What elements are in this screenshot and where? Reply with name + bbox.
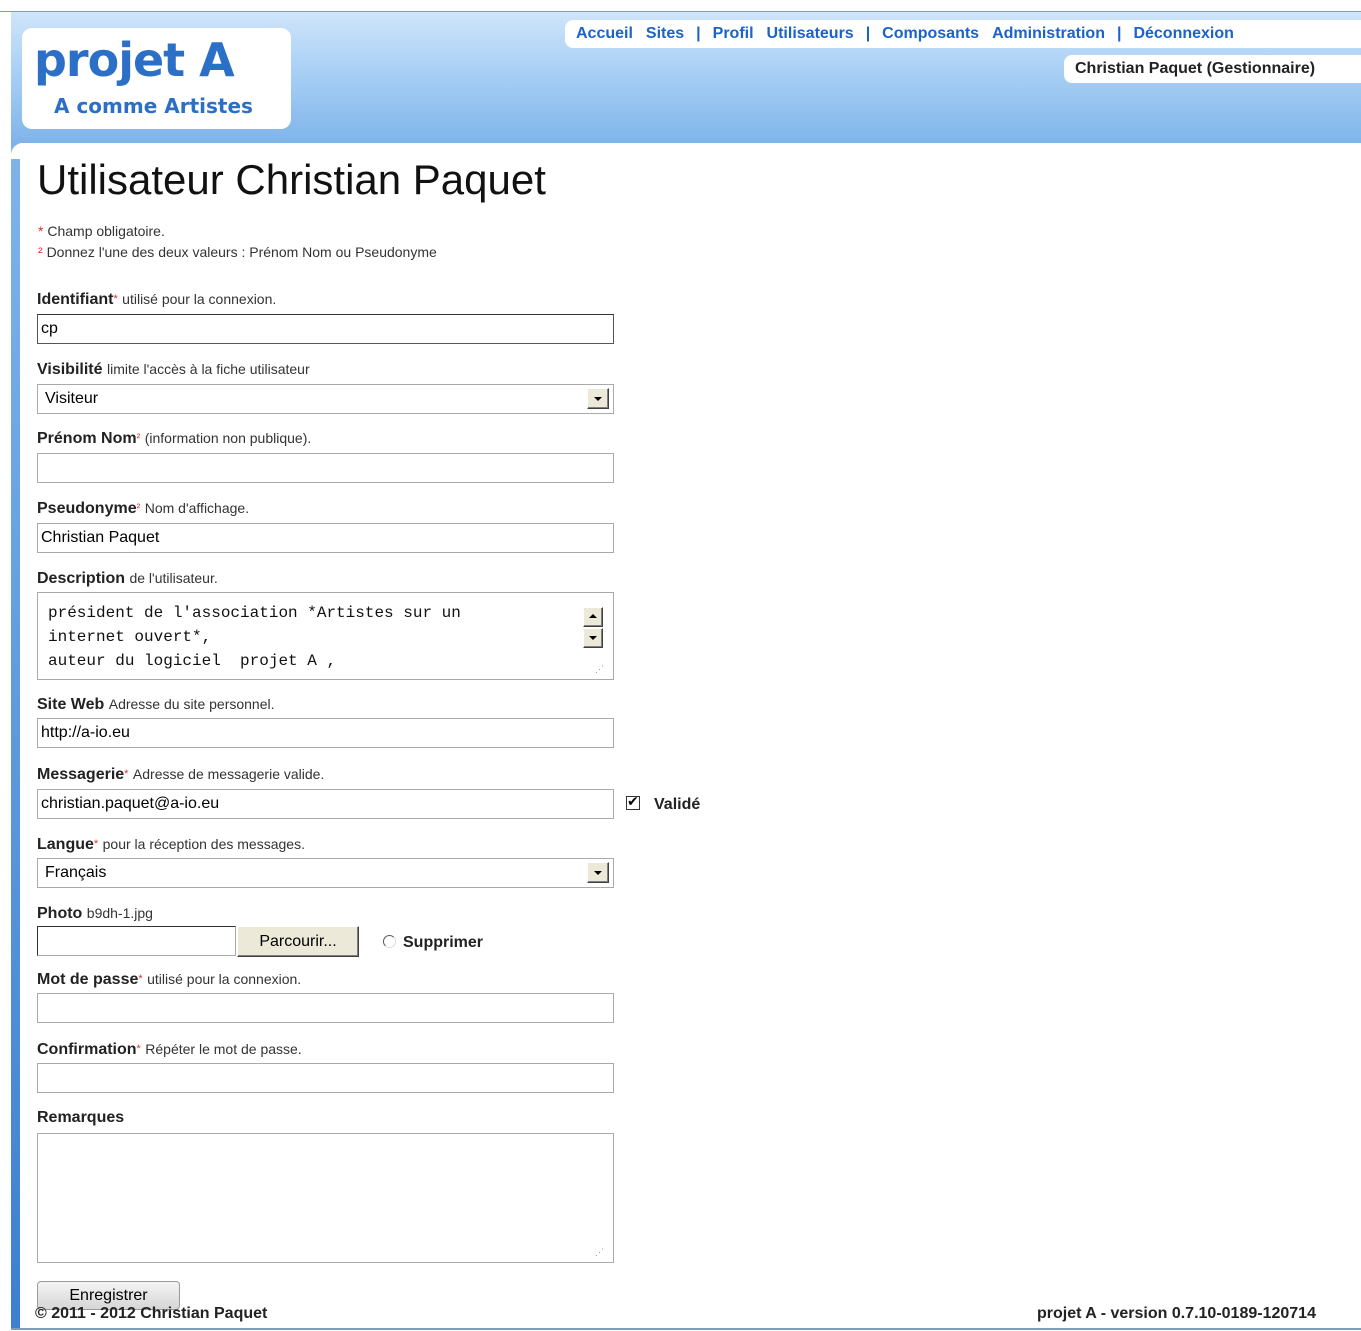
confirmation-label-text: Confirmation [37, 1041, 137, 1058]
logo[interactable]: projet A A comme Artistes [22, 28, 291, 129]
logo-subtitle: A comme Artistes [54, 94, 253, 118]
nav-deconnexion[interactable]: Déconnexion [1133, 25, 1233, 42]
valide-label: Validé [654, 796, 701, 813]
description-label: Description de l'utilisateur. [37, 570, 218, 587]
pseudonyme-input[interactable] [37, 523, 614, 553]
prenom-nom-label: Prénom Nom² (information non publique). [37, 430, 312, 447]
supprimer-radio[interactable] [383, 935, 396, 948]
pseudonyme-label: Pseudonyme² Nom d'affichage. [37, 500, 250, 517]
required-note: * Champ obligatoire. [38, 223, 165, 239]
nav-administration[interactable]: Administration [992, 25, 1105, 42]
messagerie-label-text: Messagerie [37, 766, 125, 783]
resize-grip-icon[interactable]: ⋰ [595, 1248, 604, 1257]
footer-version: projet A - version 0.7.10-0189-120714 [1037, 1305, 1316, 1322]
photo-label: Photo b9dh-1.jpg [37, 903, 153, 924]
either-note: ² Donnez l'une des deux valeurs : Prénom… [38, 244, 437, 260]
remarques-label-text: Remarques [37, 1109, 125, 1126]
description-text: président de l'association *Artistes sur… [48, 604, 461, 670]
nav-utilisateurs[interactable]: Utilisateurs [767, 25, 854, 42]
site-web-label-text: Site Web [37, 696, 105, 713]
valide-checkbox[interactable] [626, 794, 640, 810]
confirmation-input[interactable] [37, 1063, 614, 1093]
page-title: Utilisateur Christian Paquet [37, 156, 546, 203]
required-star: * [38, 223, 44, 239]
main-nav: Accueil Sites | Profil Utilisateurs | Composan… [565, 20, 1361, 48]
confirmation-label: Confirmation* Répéter le mot de passe. [37, 1041, 302, 1058]
visibilite-label: Visibilité limite l'accès à la fiche uti… [37, 361, 310, 378]
visibilite-value: Visiteur [45, 390, 99, 407]
scroll-up-icon[interactable] [583, 607, 603, 627]
description-label-text: Description [37, 570, 126, 587]
resize-grip-icon[interactable]: ⋰ [595, 665, 604, 674]
browse-button[interactable]: Parcourir... [237, 926, 359, 957]
messagerie-label: Messagerie* Adresse de messagerie valide… [37, 766, 325, 783]
langue-value: Français [45, 864, 107, 881]
nav-sites[interactable]: Sites [646, 25, 684, 42]
chevron-down-icon[interactable] [587, 388, 609, 409]
left-accent-bar [11, 143, 20, 1328]
either-star: ² [38, 244, 43, 260]
photo-file-input[interactable] [37, 926, 236, 956]
nav-composants[interactable]: Composants [882, 25, 979, 42]
current-user-badge: Christian Paquet (Gestionnaire) [1064, 55, 1361, 83]
required-note-text: Champ obligatoire. [47, 223, 165, 239]
mot-de-passe-input[interactable] [37, 993, 614, 1023]
nav-profil[interactable]: Profil [713, 25, 754, 42]
supprimer-label: Supprimer [403, 934, 484, 951]
visibilite-label-text: Visibilité [37, 361, 103, 378]
pseudonyme-label-text: Pseudonyme [37, 500, 137, 517]
remarques-label: Remarques [37, 1108, 124, 1128]
prenom-nom-label-text: Prénom Nom [37, 430, 137, 447]
langue-select[interactable]: Français [37, 858, 614, 888]
prenom-nom-input[interactable] [37, 453, 614, 483]
identifiant-label: Identifiant* utilisé pour la connexion. [37, 291, 277, 308]
messagerie-input[interactable] [37, 789, 614, 819]
mot-de-passe-label-text: Mot de passe [37, 971, 139, 988]
langue-label-text: Langue [37, 836, 94, 853]
identifiant-label-text: Identifiant [37, 291, 114, 308]
photo-filename: b9dh-1.jpg [86, 905, 153, 921]
nav-accueil[interactable]: Accueil [576, 25, 633, 42]
logo-title: projet A [34, 33, 235, 87]
site-web-input[interactable] [37, 718, 614, 748]
description-textarea[interactable]: président de l'association *Artistes sur… [37, 592, 614, 680]
nav-separator: | [696, 25, 701, 42]
site-web-label: Site Web Adresse du site personnel. [37, 696, 275, 713]
footer-copyright: © 2011 - 2012 Christian Paquet [35, 1305, 268, 1322]
bottom-border [11, 1328, 1361, 1330]
mot-de-passe-label: Mot de passe* utilisé pour la connexion. [37, 971, 302, 988]
scroll-down-icon[interactable] [583, 628, 603, 648]
nav-separator: | [865, 25, 871, 42]
visibilite-select[interactable]: Visiteur [37, 384, 614, 414]
photo-label-text: Photo [37, 905, 83, 922]
identifiant-input[interactable] [37, 314, 614, 344]
langue-label: Langue* pour la réception des messages. [37, 836, 305, 853]
chevron-down-icon[interactable] [587, 862, 609, 883]
either-note-text: Donnez l'une des deux valeurs : Prénom N… [46, 244, 437, 260]
nav-separator: | [1116, 25, 1122, 42]
remarques-textarea[interactable]: ⋰ [37, 1133, 614, 1263]
